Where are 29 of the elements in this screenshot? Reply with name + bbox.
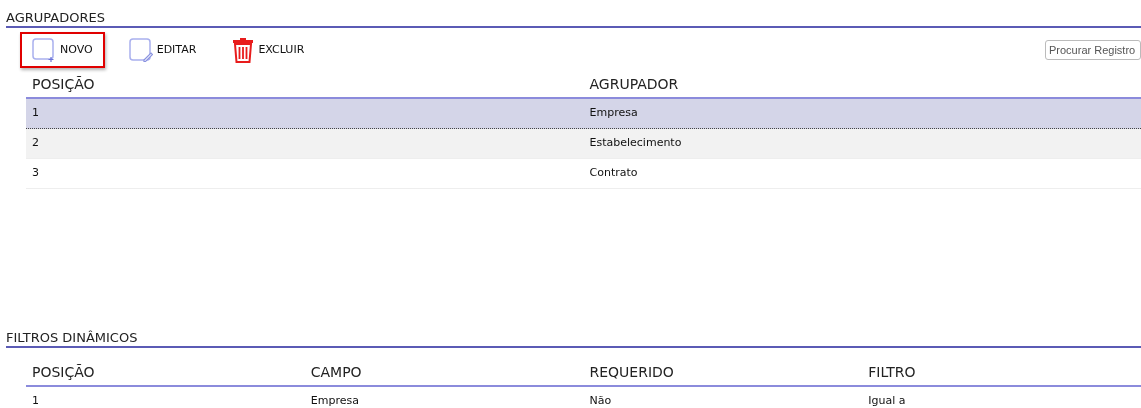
table-row[interactable]: 3 Contrato [26,159,1141,189]
search-field[interactable]: Procurar Registro [1045,40,1141,60]
new-document-icon [32,38,56,62]
toolbar-button[interactable]: EDITAR [116,32,209,68]
table-cell-text: 2 [31,135,39,152]
toolbar-button[interactable]: NOVO [20,32,105,68]
column-header: REQUERIDO [588,363,674,382]
table-cell-text: Contrato [588,165,638,182]
table-cell-text: Empresa [309,393,359,408]
column-header: AGRUPADOR [588,75,679,94]
table-cell-text: Estabelecimento [588,135,682,152]
section-title: FILTROS DINÂMICOS [6,329,139,346]
column-header: CAMPO [309,363,362,382]
table-row[interactable]: 1 Empresa [26,99,1141,129]
table-row[interactable]: 1 Empresa Não Igual a [26,387,1141,408]
section-title: AGRUPADORES [6,9,106,26]
table-cell-text: Não [588,393,612,408]
trash-icon [232,37,255,63]
column-header: POSIÇÃO [31,363,95,382]
edit-icon [128,38,153,62]
toolbar-button[interactable]: EXCLUIR [220,32,317,68]
column-header: POSIÇÃO [31,75,95,94]
table-cell-text: Igual a [867,393,906,408]
column-header: FILTRO [867,363,916,382]
table-cell-text: 1 [31,393,39,408]
table-row[interactable]: 2 Estabelecimento [26,129,1141,159]
table-cell-text: 3 [31,165,39,182]
table-cell-text: 1 [31,105,39,122]
table-cell-text: Empresa [588,105,638,122]
